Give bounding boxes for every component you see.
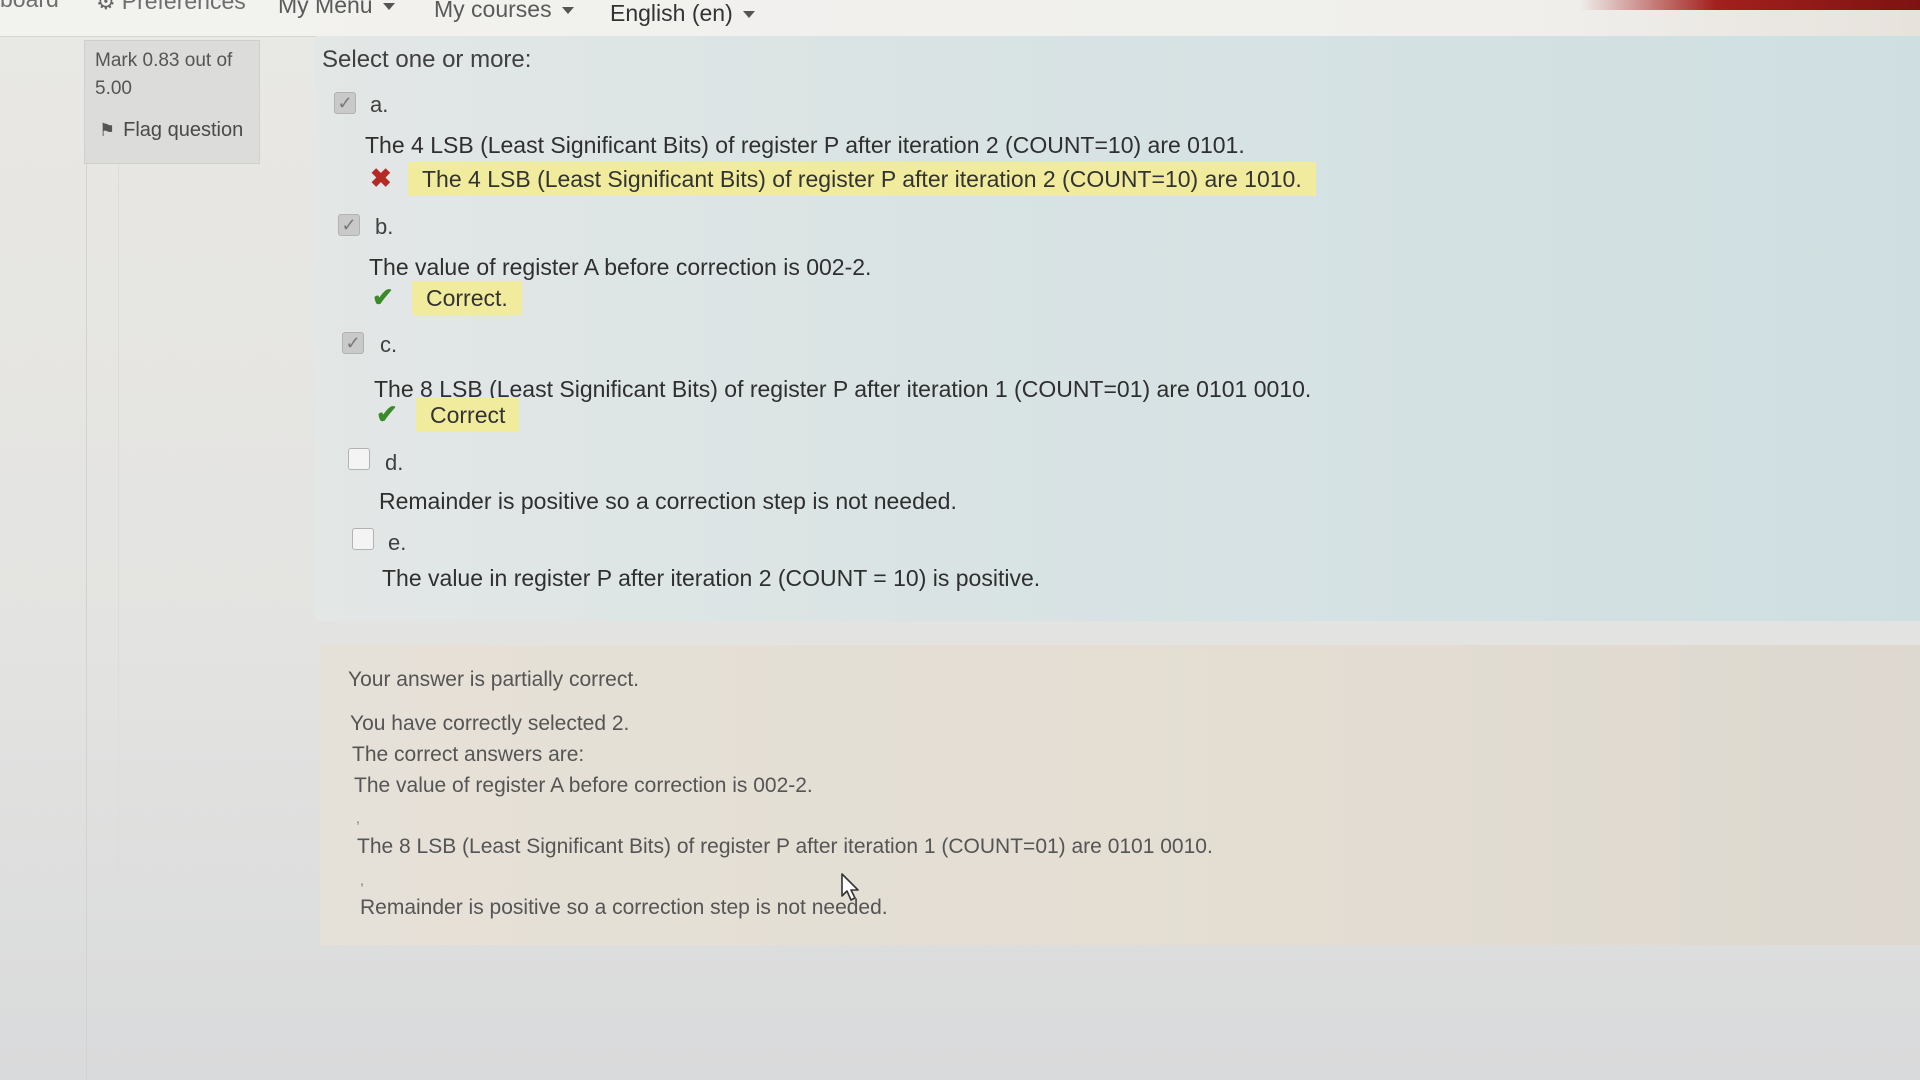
answer-separator: , [360, 872, 364, 888]
mouse-cursor-icon [841, 873, 859, 901]
option-e-letter: e. [388, 530, 407, 555]
question-info: Mark 0.83 out of 5.00 ⚑ Flag question [84, 40, 260, 164]
option-b-letter: b. [375, 214, 394, 239]
option-a-feedback: The 4 LSB (Least Significant Bits) of re… [408, 162, 1316, 196]
option-e-checkbox[interactable] [352, 528, 374, 550]
page-edge [118, 160, 119, 1080]
option-d-letter: d. [385, 450, 404, 475]
flag-question-label: Flag question [123, 119, 244, 141]
answer-separator: , [356, 810, 360, 826]
option-a-checkbox[interactable]: ✓ [334, 92, 356, 114]
option-d-text[interactable]: Remainder is positive so a correction st… [379, 488, 957, 515]
chevron-down-icon [561, 7, 574, 15]
option-a-text[interactable]: The 4 LSB (Least Significant Bits) of re… [365, 132, 1245, 159]
flag-question-button[interactable]: ⚑ Flag question [99, 119, 243, 142]
chevron-down-icon [382, 3, 395, 11]
nav-language[interactable]: English (en) [610, 0, 755, 30]
nav-my-menu[interactable]: My Menu [278, 0, 395, 22]
brand-strip [1580, 0, 1920, 10]
page-edge [86, 160, 87, 1080]
nav-language-label: English (en) [610, 0, 733, 26]
correct-answer-3: Remainder is positive so a correction st… [360, 896, 888, 919]
top-navbar: board ⚙ Preferences My Menu My courses En… [0, 0, 1920, 37]
cross-icon: ✖ [370, 163, 392, 193]
option-d-checkbox[interactable] [348, 448, 370, 470]
option-b-text[interactable]: The value of register A before correctio… [369, 254, 871, 281]
nav-preferences[interactable]: ⚙ Preferences [96, 0, 246, 18]
nav-my-courses-label: My courses [434, 0, 552, 22]
option-a-letter: a. [370, 92, 389, 117]
check-icon: ✔ [372, 282, 394, 312]
flag-icon: ⚑ [99, 120, 116, 140]
option-c-letter: c. [380, 332, 398, 357]
outcome-selected: You have correctly selected 2. [350, 712, 630, 735]
nav-my-courses[interactable]: My courses [434, 0, 574, 26]
correct-answer-1: The value of register A before correctio… [354, 774, 813, 797]
gear-icon: ⚙ [96, 0, 116, 14]
nav-dashboard[interactable]: board [0, 0, 59, 16]
correct-answer-2: The 8 LSB (Least Significant Bits) of re… [357, 835, 1213, 858]
question-mark: Mark 0.83 out of 5.00 [95, 50, 233, 99]
option-c-checkbox[interactable]: ✓ [342, 332, 364, 354]
correct-answers-intro: The correct answers are: [352, 743, 585, 766]
option-e-text[interactable]: The value in register P after iteration … [382, 565, 1040, 592]
option-b-checkbox[interactable]: ✓ [338, 214, 360, 236]
question-prompt: Select one or more: [322, 46, 532, 73]
nav-my-menu-label: My Menu [278, 0, 373, 18]
option-b-feedback: Correct. [412, 281, 522, 315]
chevron-down-icon [742, 11, 755, 19]
nav-preferences-label: Preferences [121, 0, 246, 14]
option-c-feedback: Correct [416, 398, 520, 432]
outcome-summary: Your answer is partially correct. [348, 668, 640, 691]
check-icon: ✔ [376, 399, 398, 429]
nav-dashboard-label: board [0, 0, 59, 12]
question-formulation [314, 36, 1920, 621]
